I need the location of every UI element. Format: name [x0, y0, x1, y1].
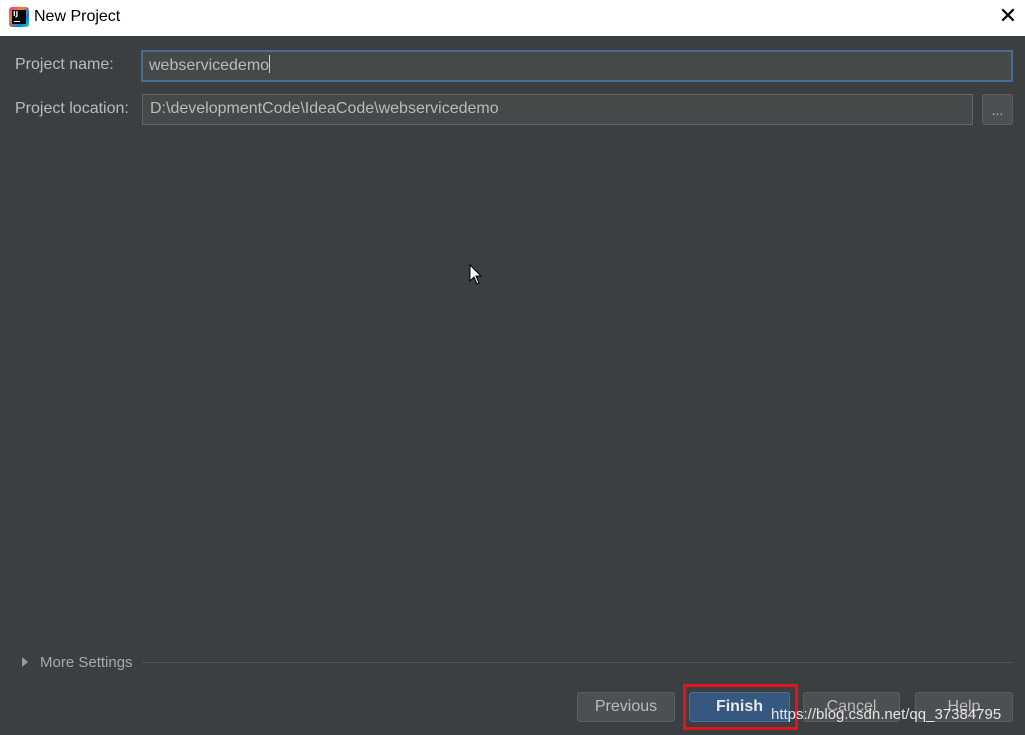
- project-location-label: Project location:: [15, 100, 129, 117]
- more-settings-label: More Settings: [40, 654, 133, 671]
- separator: [142, 662, 1013, 663]
- mouse-pointer-icon: [469, 264, 483, 285]
- previous-button[interactable]: Previous: [577, 692, 675, 722]
- new-project-dialog: IJ New Project ✕ Project name: webservic…: [0, 0, 1025, 735]
- project-location-input[interactable]: D:\developmentCode\IdeaCode\webservicede…: [142, 94, 973, 125]
- intellij-idea-icon: IJ: [9, 7, 29, 27]
- title-bar: IJ New Project ✕: [0, 0, 1025, 36]
- expand-arrow-icon: [22, 657, 28, 667]
- close-icon[interactable]: ✕: [991, 0, 1025, 36]
- project-name-input[interactable]: webservicedemo: [141, 50, 1013, 82]
- project-name-value: webservicedemo: [149, 57, 270, 74]
- dialog-title: New Project: [34, 8, 121, 25]
- text-caret: [269, 55, 271, 73]
- browse-button[interactable]: ...: [982, 94, 1013, 125]
- watermark: https://blog.csdn.net/qq_37384795: [771, 706, 1002, 723]
- project-name-label: Project name:: [15, 56, 114, 73]
